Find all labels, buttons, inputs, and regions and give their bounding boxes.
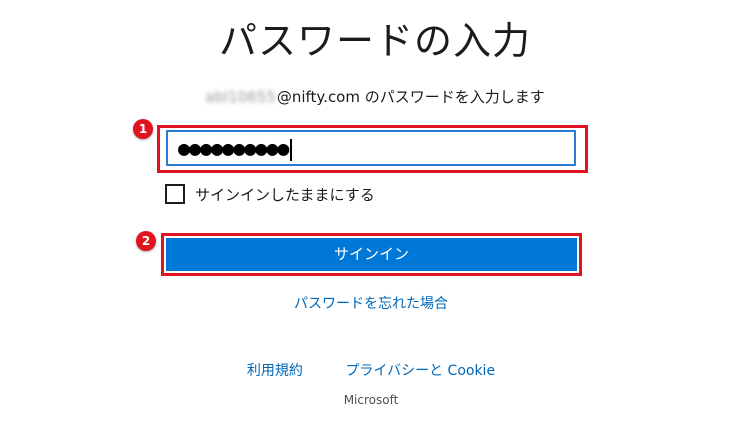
signin-button[interactable]: サインイン [166,238,577,271]
step-badge-2: 2 [136,231,156,251]
account-prompt: abl10655@nifty.com のパスワードを入力します [0,86,750,107]
remember-me-label[interactable]: サインインしたままにする [195,184,375,205]
page-title: パスワードの入力 [218,19,531,63]
blurred-username: abl10655 [205,88,276,106]
footer-links: 利用規約 プライバシーと Cookie [0,360,742,380]
password-entry-page: パスワードの入力 abl10655@nifty.com のパスワードを入力します… [0,0,750,422]
remember-me-row[interactable]: サインインしたままにする [165,182,375,206]
forgot-password-link[interactable]: パスワードを忘れた場合 [0,293,742,313]
microsoft-brand: Microsoft [343,393,399,407]
account-prompt-text: @nifty.com のパスワードを入力します [276,88,545,106]
terms-link[interactable]: 利用規約 [247,363,303,379]
step-badge-1: 1 [133,119,153,139]
privacy-cookie-link[interactable]: プライバシーと Cookie [345,363,495,379]
password-masked-value: ●●●●●●●●●● [178,136,289,160]
remember-me-checkbox[interactable] [165,184,185,204]
password-input[interactable]: ●●●●●●●●●● [166,130,576,166]
text-caret [290,138,293,161]
